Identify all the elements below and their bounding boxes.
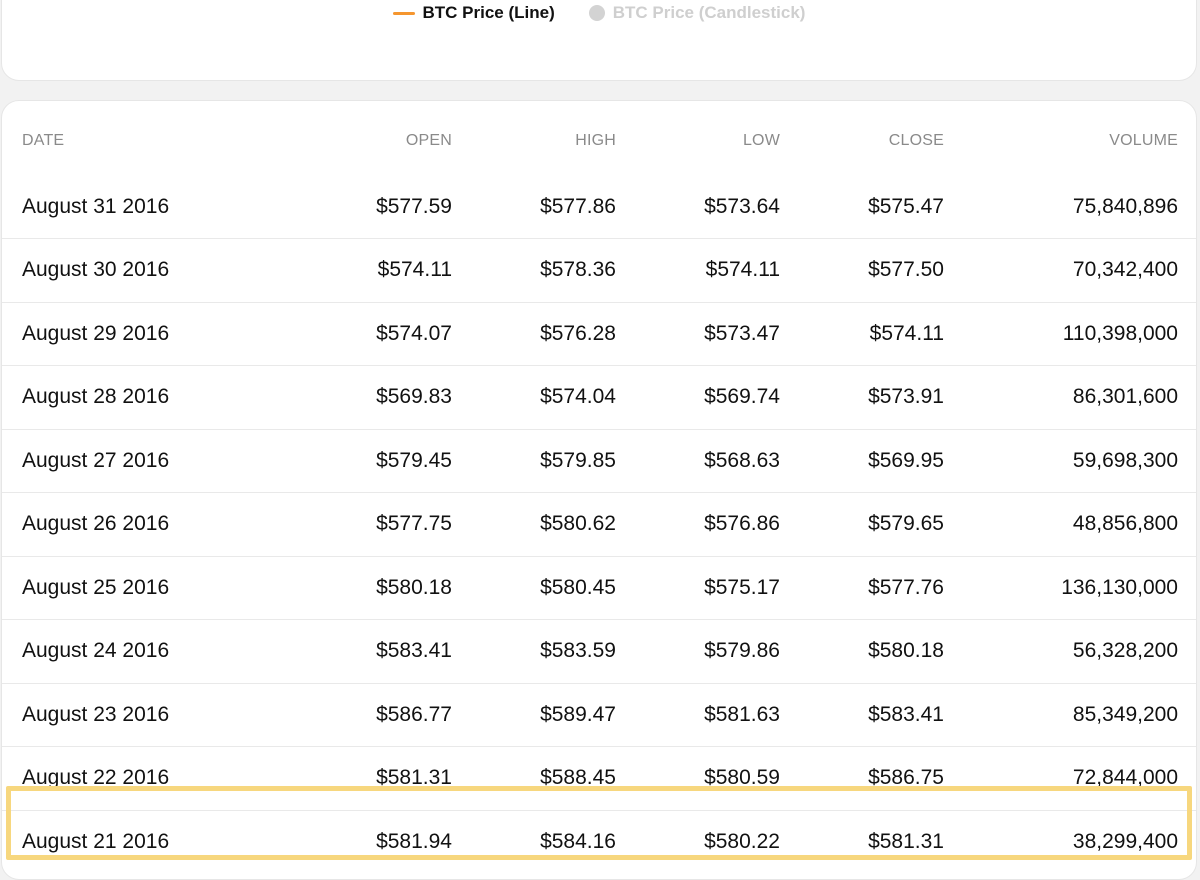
cell-low: $568.63	[616, 428, 780, 493]
column-header-date[interactable]: DATE	[2, 101, 212, 175]
cell-open: $579.45	[212, 428, 452, 493]
table-row[interactable]: August 29 2016 $574.07 $576.28 $573.47 $574.…	[2, 301, 1196, 366]
cell-low: $575.17	[616, 555, 780, 620]
legend-item-btc-line[interactable]: BTC Price (Line)	[392, 3, 555, 23]
cell-low: $569.74	[616, 365, 780, 429]
cell-close: $577.76	[780, 555, 944, 620]
line-series-swatch-icon	[392, 11, 415, 15]
cell-high: $577.86	[540, 194, 616, 218]
cell-open: $581.31	[212, 746, 452, 810]
cell-low: $573.47	[616, 301, 780, 366]
cell-open: $577.59	[376, 194, 452, 218]
cell-close: $586.75	[780, 746, 944, 810]
table-row[interactable]: August 25 2016 $580.18 $580.45 $575.17 $577.…	[2, 555, 1196, 620]
cell-low: $576.86	[616, 492, 780, 556]
cell-open: $586.77	[212, 682, 452, 747]
table-row[interactable]: August 28 2016 $569.83 $574.04 $569.74 $573.…	[2, 365, 1196, 429]
cell-low: $579.86	[616, 619, 780, 683]
price-history-table: DATE OPEN HIGH LOW CLOSE VOLUME August 3…	[2, 101, 1196, 874]
cell-volume: 85,349,200	[944, 682, 1196, 747]
cell-open: $574.11	[212, 238, 452, 302]
cell-date: August 22 2016	[2, 746, 212, 810]
cell-date: August 23 2016	[2, 682, 212, 747]
cell-date: August 31 2016	[22, 194, 170, 218]
cell-high: $583.59	[452, 619, 616, 683]
cell-low: $580.59	[616, 746, 780, 810]
column-header-high[interactable]: HIGH	[452, 101, 616, 175]
cell-open: $577.75	[212, 492, 452, 556]
cell-close: $580.18	[780, 619, 944, 683]
cell-volume: 48,856,800	[944, 492, 1196, 556]
table-row[interactable]: August 23 2016 $586.77 $589.47 $581.63 $583.…	[2, 682, 1196, 747]
table-row[interactable]: August 30 2016 $574.11 $578.36 $574.11 $577.…	[2, 238, 1196, 302]
table-row[interactable]: August 31 2016 $577.59 $577.86 $573.64 $575.…	[2, 175, 1196, 239]
column-header-volume[interactable]: VOLUME	[944, 101, 1196, 175]
cell-volume: 110,398,000	[944, 301, 1196, 366]
cell-volume: 56,328,200	[944, 619, 1196, 683]
cell-open: $569.83	[212, 365, 452, 429]
cell-date: August 29 2016	[2, 301, 212, 366]
cell-date: August 30 2016	[2, 238, 212, 302]
table-row[interactable]: August 22 2016 $581.31 $588.45 $580.59 $586.…	[2, 746, 1196, 810]
legend-item-btc-candlestick[interactable]: BTC Price (Candlestick)	[588, 3, 806, 23]
table-header-row: DATE OPEN HIGH LOW CLOSE VOLUME	[2, 101, 1196, 175]
legend-label: BTC Price (Candlestick)	[612, 3, 806, 22]
cell-open: $583.41	[212, 619, 452, 683]
column-header-open[interactable]: OPEN	[212, 101, 452, 175]
chart-legend: BTC Price (Line) BTC Price (Candlestick)	[2, 2, 1196, 24]
cell-high: $580.62	[452, 492, 616, 556]
cell-open: $574.07	[212, 301, 452, 366]
cell-close: $583.41	[780, 682, 944, 747]
table-row[interactable]: August 26 2016 $577.75 $580.62 $576.86 $579.…	[2, 492, 1196, 556]
table-row[interactable]: August 24 2016 $583.41 $583.59 $579.86 $580.…	[2, 619, 1196, 683]
column-header-close[interactable]: CLOSE	[780, 101, 944, 175]
cell-date: August 25 2016	[2, 555, 212, 620]
cell-date: August 26 2016	[2, 492, 212, 556]
cell-volume: 136,130,000	[944, 555, 1196, 620]
cell-close: $575.47	[868, 194, 944, 218]
cell-volume: 59,698,300	[944, 428, 1196, 493]
dot-series-swatch-icon	[588, 5, 605, 21]
cell-close: $577.50	[780, 238, 944, 302]
cell-high: $588.45	[452, 746, 616, 810]
cell-date: August 27 2016	[2, 428, 212, 493]
cell-high: $589.47	[452, 682, 616, 747]
cell-high: $579.85	[452, 428, 616, 493]
cell-close: $573.91	[780, 365, 944, 429]
cell-low: $573.64	[704, 194, 780, 218]
cell-close: $574.11	[780, 301, 944, 366]
cell-close: $569.95	[780, 428, 944, 493]
cell-volume: 86,301,600	[944, 365, 1196, 429]
table-row[interactable]: August 27 2016 $579.45 $579.85 $568.63 $569.…	[2, 428, 1196, 493]
cell-volume: 75,840,896	[1072, 194, 1178, 218]
price-history-table-card: DATE OPEN HIGH LOW CLOSE VOLUME August 3…	[1, 100, 1197, 880]
cell-date: August 24 2016	[2, 619, 212, 683]
cell-low: $574.11	[616, 238, 780, 302]
legend-label: BTC Price (Line)	[422, 3, 555, 22]
cell-volume: 72,844,000	[944, 746, 1196, 810]
cell-date: August 28 2016	[2, 365, 212, 429]
cell-high: $578.36	[452, 238, 616, 302]
cell-volume: 70,342,400	[944, 238, 1196, 302]
column-header-low[interactable]: LOW	[616, 101, 780, 175]
cell-close: $579.65	[780, 492, 944, 556]
cell-high: $574.04	[452, 365, 616, 429]
cell-high: $580.45	[452, 555, 616, 620]
chart-legend-card: BTC Price (Line) BTC Price (Candlestick)	[1, 0, 1197, 81]
cell-low: $581.63	[616, 682, 780, 747]
cell-high: $576.28	[452, 301, 616, 366]
cell-open: $580.18	[212, 555, 452, 620]
